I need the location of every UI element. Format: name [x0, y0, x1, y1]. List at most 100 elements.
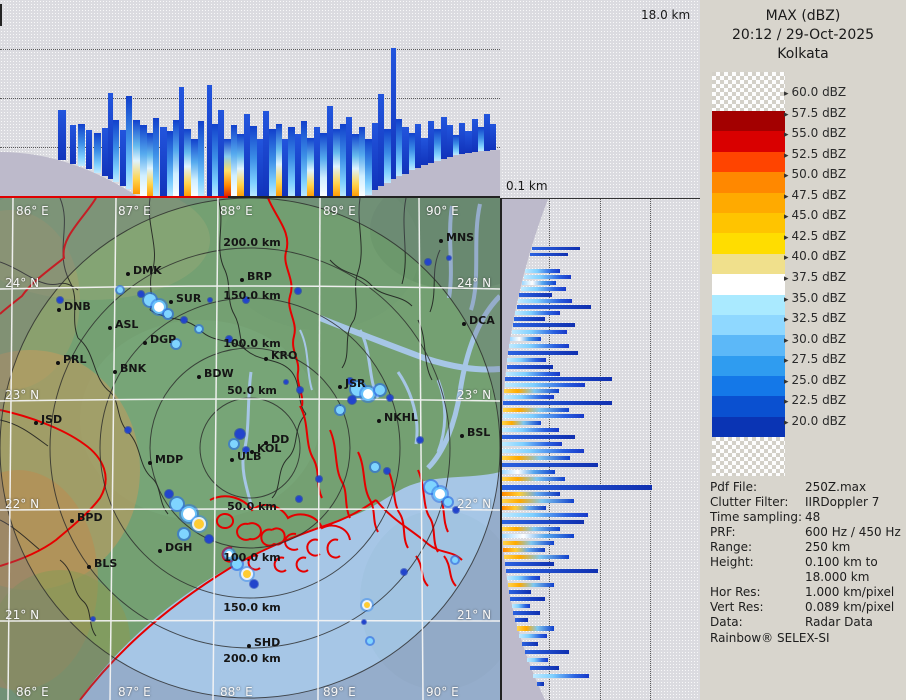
axis-tick	[0, 4, 2, 26]
lat-label: 21° N	[457, 608, 492, 622]
meta-value: 1.000 km/pixel	[805, 585, 895, 599]
profile-bar	[502, 463, 598, 467]
profile-bar	[521, 642, 538, 646]
dbz-scale-label: ▸ 40.0 dBZ	[784, 249, 847, 264]
radar-echo	[205, 535, 213, 543]
radar-echo	[284, 380, 288, 384]
profile-bar	[133, 120, 140, 194]
profile-bar	[515, 311, 560, 315]
profile-bar	[502, 449, 584, 453]
profile-bar	[508, 351, 578, 355]
profile-bar	[511, 604, 530, 608]
profile-bar	[517, 626, 554, 631]
profile-bar	[502, 541, 554, 545]
colorbar-band	[712, 172, 785, 193]
radar-echo	[164, 310, 172, 318]
profile-bar	[307, 138, 314, 197]
lon-label: 87° E	[118, 685, 151, 699]
colorbar-band	[712, 274, 785, 295]
meta-value: 250Z.max	[805, 480, 867, 494]
meta-label: Height:	[710, 555, 754, 569]
profile-bar	[529, 253, 568, 256]
lon-label: 86° E	[16, 685, 49, 699]
profile-bar	[502, 456, 570, 460]
colorbar-band	[712, 314, 785, 336]
profile-bar	[502, 485, 652, 490]
profile-bar	[160, 127, 167, 197]
dbz-colorbar	[712, 72, 785, 477]
profile-bar	[504, 562, 554, 566]
colorbar-band	[712, 294, 785, 315]
city-label: BLS	[94, 557, 118, 570]
meta-label: Vert Res:	[710, 600, 764, 614]
radar-echo	[452, 557, 458, 563]
radar-echo	[348, 396, 356, 404]
profile-bar	[402, 127, 409, 174]
arrow-icon: ▸	[784, 150, 789, 161]
colorbar-band	[712, 396, 785, 417]
city-label: MNS	[446, 231, 475, 244]
dbz-scale-label: ▸ 52.5 dBZ	[784, 146, 847, 161]
meta-value: 0.100 km to	[805, 555, 878, 569]
city-label: BDW	[204, 367, 234, 380]
radar-map-panel: 24° N 24° N 23° N 23° N 22° N 22° N 21° N 21° N…	[0, 198, 500, 700]
profile-bar	[113, 120, 119, 182]
profile-bar	[502, 499, 574, 503]
radar-echo	[194, 519, 204, 529]
radar-echo	[316, 476, 322, 482]
dbz-scale-label: ▸ 27.5 dBZ	[784, 352, 847, 367]
city-dot	[240, 278, 244, 282]
profile-bar	[465, 131, 472, 153]
city-dot	[34, 421, 38, 425]
radar-echo	[138, 291, 144, 297]
meta-label: Time sampling:	[710, 510, 803, 524]
profile-bar	[524, 650, 569, 654]
profile-bar	[503, 401, 612, 405]
city-dot	[158, 549, 162, 553]
meta-row: Vert Res: 0.089 km/pixel	[710, 600, 902, 614]
radar-echo	[183, 508, 195, 520]
dbz-scale-label: ▸ 50.0 dBZ	[784, 167, 847, 182]
city-dot	[338, 385, 342, 389]
dbz-scale-label: ▸ 20.0 dBZ	[784, 413, 847, 428]
arrow-icon: ▸	[784, 191, 789, 202]
profile-bar	[513, 611, 540, 615]
lat-label: 22° N	[5, 497, 40, 511]
meta-label: Hor Res:	[710, 585, 761, 599]
city-dot	[169, 300, 173, 304]
dbz-scale-label: ▸ 32.5 dBZ	[784, 311, 847, 326]
lat-label: 21° N	[5, 608, 40, 622]
colorbar-band	[712, 111, 785, 132]
map-top-border-red-segment	[0, 196, 228, 198]
legend-panel: MAX (dBZ) 20:12 / 29-Oct-2025 Kolkata ▸ 6…	[700, 0, 906, 700]
profile-bar	[507, 358, 546, 362]
city-dot	[439, 239, 443, 243]
profile-bar	[536, 682, 544, 686]
profile-bar	[250, 126, 257, 197]
city-dot	[148, 461, 152, 465]
dbz-scale-label: ▸ 45.0 dBZ	[784, 208, 847, 223]
city-label: JSR	[345, 377, 366, 390]
profile-bar	[502, 408, 569, 412]
arrow-icon: ▸	[784, 397, 789, 408]
profile-bar	[522, 281, 556, 285]
profile-bar	[514, 317, 545, 321]
arrow-icon: ▸	[784, 130, 789, 141]
meta-value: 0.089 km/pixel	[805, 600, 895, 614]
range-ring-label: 150.0 km	[223, 289, 281, 302]
radar-echo	[208, 298, 212, 302]
profile-bar	[86, 130, 92, 170]
top-height-profile-panel	[0, 0, 500, 198]
range-ring-label: 150.0 km	[223, 601, 281, 614]
radar-echo	[296, 496, 302, 502]
arrow-icon: ▸	[784, 417, 789, 428]
city-dot	[197, 375, 201, 379]
profile-bar	[320, 133, 327, 197]
meta-value: IIRDoppler 7	[805, 495, 880, 509]
radar-echo	[243, 570, 251, 578]
radar-echo	[235, 429, 245, 439]
meta-row: Time sampling: 48	[710, 510, 902, 524]
dbz-scale-label: ▸ 35.0 dBZ	[784, 290, 847, 305]
profile-bar	[504, 383, 585, 387]
meta-label: Clutter Filter:	[710, 495, 789, 509]
